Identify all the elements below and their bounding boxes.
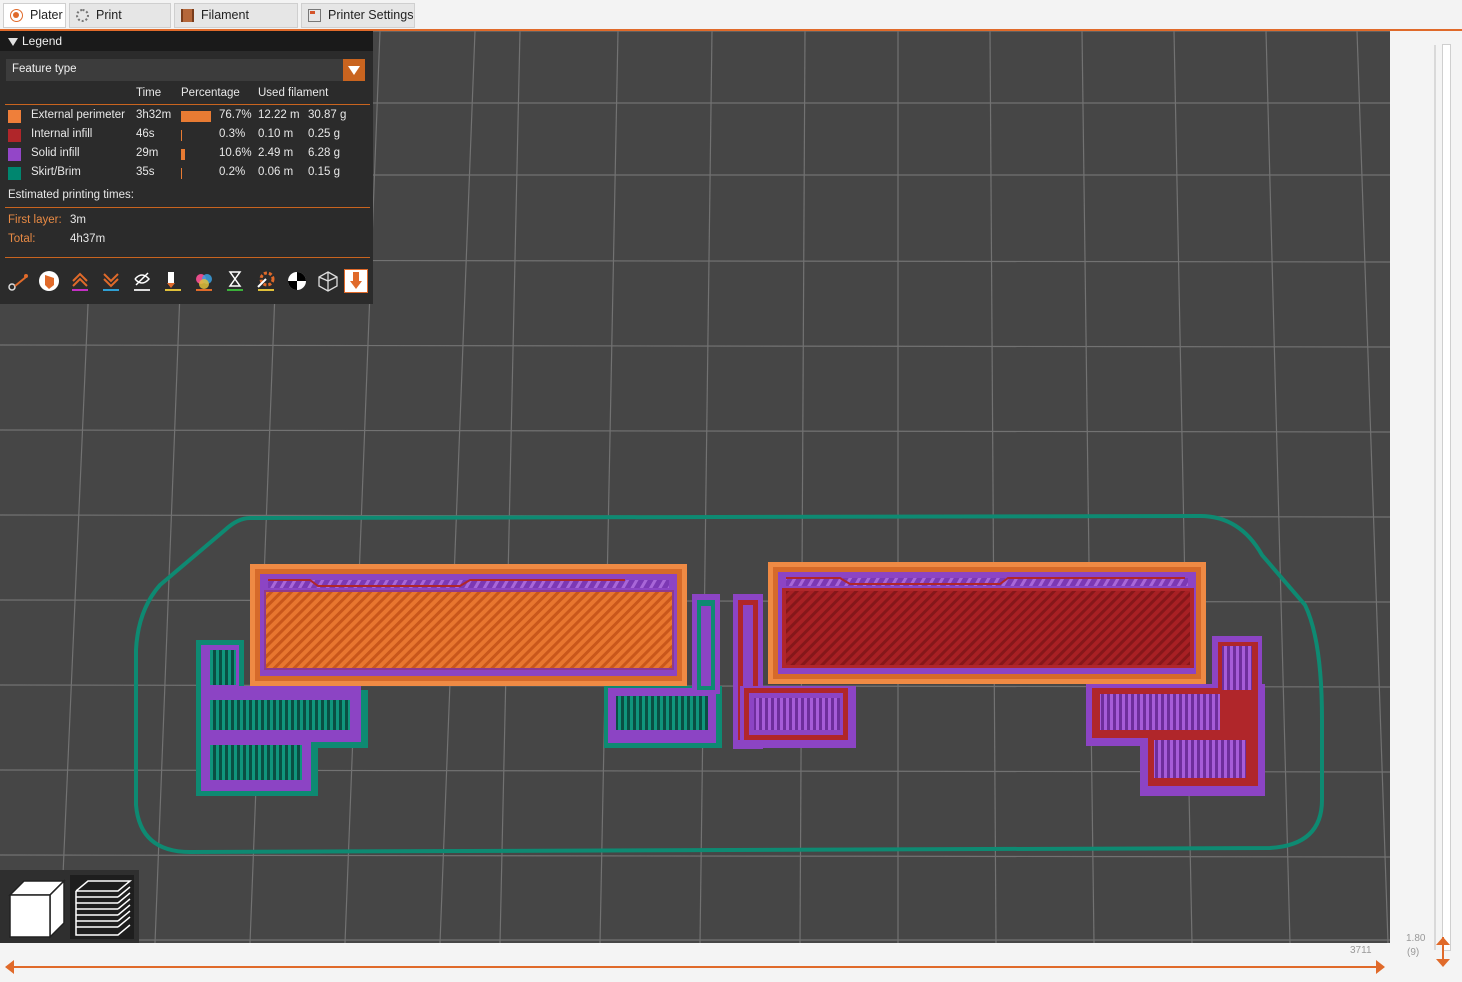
feature-percent: 76.7%	[219, 109, 252, 121]
feature-time: 29m	[136, 147, 159, 159]
column-used-filament: Used filament	[258, 87, 329, 99]
seams-icon[interactable]	[130, 269, 154, 293]
retractions-icon[interactable]	[68, 269, 92, 293]
printer-icon	[308, 9, 321, 22]
tool-marker-icon[interactable]	[344, 269, 368, 293]
feature-name: Solid infill	[31, 147, 80, 159]
color-changes-icon[interactable]	[192, 269, 216, 293]
deretractions-icon[interactable]	[99, 269, 123, 293]
tab-plater[interactable]: Plater	[3, 3, 66, 28]
feature-time: 46s	[136, 128, 155, 140]
options-toolbar	[6, 269, 368, 293]
percentage-bar	[181, 111, 211, 122]
feature-length: 2.49 m	[258, 147, 294, 159]
layer-number-value: (9)	[1407, 947, 1420, 958]
layer-slider-track	[1442, 44, 1451, 951]
percentage-bar	[181, 130, 182, 141]
column-time: Time	[136, 87, 162, 99]
legend-row[interactable]: Internal infill 46s 0.3% 0.10 m 0.25 g	[0, 126, 373, 145]
estimated-times-label: Estimated printing times:	[8, 189, 134, 201]
first-layer-value: 3m	[70, 214, 86, 226]
percentage-bar	[181, 168, 182, 179]
layer-height-value: 1.80	[1406, 933, 1426, 944]
travel-icon[interactable]	[6, 269, 30, 293]
collapse-triangle-icon	[8, 38, 18, 46]
feature-percent: 10.6%	[219, 147, 252, 159]
feature-time: 3h32m	[136, 109, 172, 121]
feature-name: Internal infill	[31, 128, 93, 140]
feature-percent: 0.2%	[219, 166, 246, 178]
center-of-gravity-icon[interactable]	[285, 269, 309, 293]
legend-divider	[5, 257, 370, 258]
first-layer-label: First layer:	[8, 214, 62, 226]
view-toolbar	[0, 870, 139, 943]
total-value: 4h37m	[70, 233, 106, 245]
plater-icon	[10, 9, 23, 22]
view-type-value: Feature type	[12, 63, 77, 75]
color-swatch	[8, 129, 21, 142]
spool-icon	[181, 9, 194, 22]
feature-name: Skirt/Brim	[31, 166, 81, 178]
tab-print-settings[interactable]: Print Settings	[69, 3, 171, 45]
feature-weight: 0.25 g	[308, 128, 340, 140]
feature-length: 12.22 m	[258, 109, 300, 121]
tab-printer-settings[interactable]: Printer Settings	[301, 3, 415, 28]
move-slider-left-thumb-icon[interactable]	[5, 960, 14, 974]
chevron-down-icon[interactable]	[343, 59, 365, 81]
legend-divider	[5, 104, 370, 105]
feature-weight: 6.28 g	[308, 147, 340, 159]
tab-label: Printer Settings	[328, 8, 414, 22]
right-part	[768, 562, 1265, 796]
total-label: Total:	[8, 233, 36, 245]
feature-weight: 0.15 g	[308, 166, 340, 178]
move-slider[interactable]: 3711	[0, 943, 1390, 982]
color-swatch	[8, 167, 21, 180]
wipe-icon[interactable]	[37, 269, 61, 293]
move-slider-track	[8, 966, 1382, 968]
color-swatch	[8, 148, 21, 161]
legend-header[interactable]: Legend	[0, 31, 373, 51]
legend-row[interactable]: External perimeter 3h32m 76.7% 12.22 m 3…	[0, 107, 373, 126]
left-part	[196, 564, 687, 796]
feature-weight: 30.87 g	[308, 109, 347, 121]
legend-row[interactable]: Skirt/Brim 35s 0.2% 0.06 m 0.15 g	[0, 164, 373, 183]
layer-slider-ticks	[1434, 45, 1436, 950]
feature-name: External perimeter	[31, 109, 125, 121]
custom-gcodes-icon[interactable]	[254, 269, 278, 293]
layer-slider[interactable]: 1.80 (9)	[1390, 31, 1462, 982]
feature-time: 35s	[136, 166, 155, 178]
color-swatch	[8, 110, 21, 123]
tab-filament-settings[interactable]: Filament Settings	[174, 3, 298, 45]
legend-title: Legend	[22, 34, 63, 48]
legend-divider	[5, 207, 370, 208]
3d-view-icon[interactable]	[4, 875, 66, 939]
legend-row[interactable]: Solid infill 29m 10.6% 2.49 m 6.28 g	[0, 145, 373, 164]
feature-percent: 0.3%	[219, 128, 246, 140]
tab-bar: Plater Print Settings Filament Settings …	[0, 0, 1462, 45]
view-type-dropdown[interactable]: Feature type	[6, 59, 365, 81]
tool-changes-icon[interactable]	[161, 269, 185, 293]
column-percentage: Percentage	[181, 87, 240, 99]
layer-thumb-icon[interactable]	[1436, 937, 1450, 969]
feature-length: 0.10 m	[258, 128, 294, 140]
feature-length: 0.06 m	[258, 166, 294, 178]
pause-prints-icon[interactable]	[223, 269, 247, 293]
percentage-bar	[181, 149, 185, 160]
cog-icon	[76, 9, 89, 22]
move-slider-max: 3711	[1350, 945, 1372, 956]
shells-icon[interactable]	[316, 269, 340, 293]
preview-layers-icon[interactable]	[70, 875, 134, 939]
tab-label: Plater	[30, 8, 63, 22]
legend-panel: Legend Feature type Time Percentage Used…	[0, 31, 373, 304]
move-slider-right-thumb-icon[interactable]	[1376, 960, 1385, 974]
